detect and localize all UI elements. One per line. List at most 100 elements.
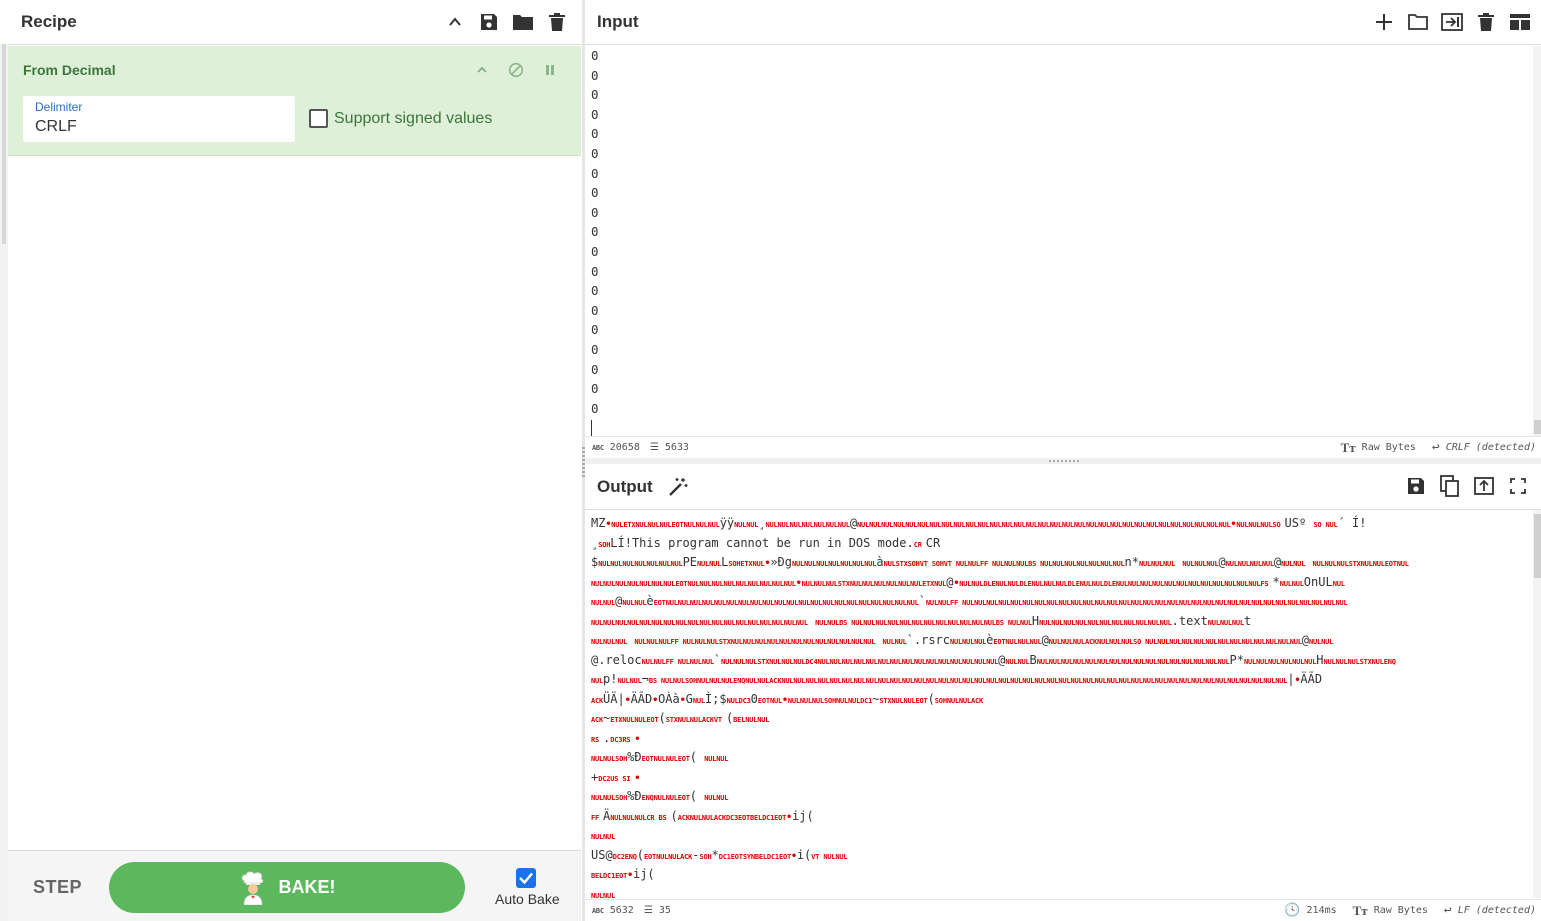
trash-icon[interactable] [546, 11, 568, 33]
input-line: 0 [591, 204, 599, 220]
input-line: 0 [591, 341, 599, 357]
magic-wand-icon[interactable] [667, 476, 689, 498]
folder-icon[interactable] [512, 11, 534, 33]
save-icon[interactable] [478, 11, 500, 33]
input-line: 0 [591, 322, 599, 338]
bake-label: BAKE! [278, 877, 336, 897]
pause-icon[interactable] [539, 59, 561, 81]
delimiter-field[interactable]: Delimiter CRLF [23, 96, 295, 142]
bake-button[interactable]: BAKE! [109, 862, 465, 913]
output-line-count-value: 35 [658, 905, 671, 916]
delimiter-value[interactable]: CRLF [35, 118, 77, 136]
scrollbar-thumb[interactable] [2, 44, 6, 244]
fullscreen-icon[interactable] [1507, 475, 1529, 497]
output-line: US@DC2ENQ(EOTNULNULACK-SOH*DC1EOTSYNBELD… [591, 847, 848, 862]
return-arrow-icon: ↩ [1431, 440, 1440, 455]
input-title: Input [597, 12, 639, 31]
text-icon: Tт [1352, 902, 1368, 918]
plus-icon[interactable] [1373, 11, 1395, 33]
output-header: Output [585, 464, 1541, 510]
input-line: 0 [591, 263, 599, 279]
output-textarea[interactable]: MZ•NULETXNULNULNULEOTNULNULNULÿÿNULNUL¸N… [591, 514, 1531, 898]
input-statusbar: ABC 20658 ☰ 5633 Tт Raw Bytes ↩ CRLF (detect… [585, 436, 1541, 458]
output-title: Output [597, 476, 653, 496]
recipe-drop-area[interactable] [8, 157, 581, 850]
resizer-grip[interactable] [1049, 460, 1079, 462]
disable-icon[interactable] [505, 59, 527, 81]
scrollbar-thumb[interactable] [1534, 514, 1541, 578]
output-encoding-label: Raw Bytes [1373, 905, 1428, 916]
trash-icon[interactable] [1475, 11, 1497, 33]
input-line: 0 [591, 145, 599, 161]
chevron-up-icon[interactable] [471, 59, 493, 81]
input-line: 0 [591, 361, 599, 377]
input-line: 0 [591, 400, 599, 416]
lines-icon: ☰ [643, 905, 653, 916]
auto-bake-label[interactable]: Auto Bake [495, 891, 560, 907]
bake-time: 🕓 214ms [1284, 903, 1336, 918]
abc-icon: ABC [592, 443, 604, 452]
output-encoding[interactable]: Tт Raw Bytes [1353, 903, 1428, 919]
output-line: RS .DC3RS • [591, 730, 641, 745]
recipe-header: Recipe [8, 0, 582, 45]
scrollbar-thumb[interactable] [1534, 420, 1541, 434]
copy-icon[interactable] [1439, 475, 1461, 497]
bake-time-value: 214ms [1306, 905, 1337, 916]
operation-from-decimal[interactable]: From Decimal Delimiter CRLF Support sign… [8, 46, 581, 156]
char-count: ABC 20658 [592, 442, 640, 453]
output-eol-label: LF (detected) [1457, 905, 1536, 916]
operation-controls [471, 59, 561, 81]
output-line: @.relocNULNULFF NULNULNUL`NULNULNULSTXNU… [591, 652, 1396, 667]
input-encoding[interactable]: Tт Raw Bytes [1341, 440, 1416, 456]
lines-icon: ☰ [649, 442, 659, 453]
signed-values-checkbox[interactable] [309, 109, 328, 128]
step-button[interactable]: STEP [33, 877, 82, 898]
delimiter-label: Delimiter [35, 100, 83, 114]
input-scrollbar[interactable] [1533, 46, 1541, 436]
output-toolbar [1405, 475, 1529, 497]
input-eol-label: CRLF (detected) [1445, 442, 1536, 453]
text-icon: Tт [1340, 439, 1356, 455]
output-line: FF ÄNULNULNULCR BS (ACKNULNULACKDC3EOTBE… [591, 808, 814, 823]
signed-values-label[interactable]: Support signed values [334, 110, 492, 128]
input-line: 0 [591, 283, 599, 299]
recipe-toolbar [444, 11, 568, 33]
import-icon[interactable] [1441, 11, 1463, 33]
char-count-value: 20658 [609, 442, 640, 453]
output-scrollbar[interactable] [1533, 510, 1541, 898]
output-line: ACK~ETXNULNULEOT(STXNULNULACKVT (BELNULN… [591, 711, 770, 725]
output-char-count-value: 5632 [609, 905, 634, 916]
output-line: NULp!NULNUL¬BS NULNULSOHNULNULNULENQNULN… [591, 672, 1323, 686]
output-line-count: ☰ 35 [644, 905, 671, 916]
output-line: NULNUL [591, 891, 616, 899]
input-textarea[interactable]: 0 0 0 0 0 0 0 0 0 0 0 0 0 0 0 0 0 0 0 [585, 46, 1535, 436]
output-line: BELDC1EOT•ij( [591, 867, 655, 881]
input-line: 0 [591, 224, 599, 240]
input-line: 0 [591, 87, 599, 103]
input-eol[interactable]: ↩ CRLF (detected) [1432, 440, 1536, 455]
folder-icon[interactable] [1407, 11, 1429, 33]
input-line: 0 [591, 126, 599, 142]
layout-icon[interactable] [1509, 11, 1531, 33]
chevron-up-icon[interactable] [444, 11, 466, 33]
output-line: NULNULSOH%ÐENQNULNULEOT( NULNUL [591, 789, 729, 803]
controls-bar: STEP BAKE! Auto Bake [8, 850, 581, 921]
output-line: ACKÜÄ|•ÄÃD•OÀà•GNULÌ;$NULDC30EOTNUL•NULN… [591, 691, 983, 706]
output-char-count: ABC 5632 [592, 905, 634, 916]
output-eol[interactable]: ↩ LF (detected) [1444, 903, 1536, 918]
line-count: ☰ 5633 [650, 442, 689, 453]
output-line: NULNULNULNULNULNULNULEOTNULNULNULNULNULN… [591, 574, 1345, 589]
input-line: 0 [591, 106, 599, 122]
operation-name: From Decimal [23, 62, 116, 78]
recipe-panel: Recipe From Decimal Delimiter CRLF Suppo… [0, 0, 582, 921]
output-line: NULNUL@NULNULèEOTNULNULNULNULNULNULNULNU… [591, 594, 1348, 608]
replace-input-icon[interactable] [1473, 475, 1495, 497]
clock-icon: 🕓 [1284, 903, 1301, 918]
save-icon[interactable] [1405, 475, 1427, 497]
return-arrow-icon: ↩ [1443, 903, 1452, 918]
input-line: 0 [591, 381, 599, 397]
line-count-value: 5633 [664, 442, 689, 453]
recipe-scrollbar[interactable] [0, 44, 8, 921]
auto-bake-checkbox[interactable] [516, 868, 536, 888]
output-statusbar: ABC 5632 ☰ 35 🕓 214ms Tт Raw Bytes ↩ LF (dete… [585, 899, 1541, 921]
